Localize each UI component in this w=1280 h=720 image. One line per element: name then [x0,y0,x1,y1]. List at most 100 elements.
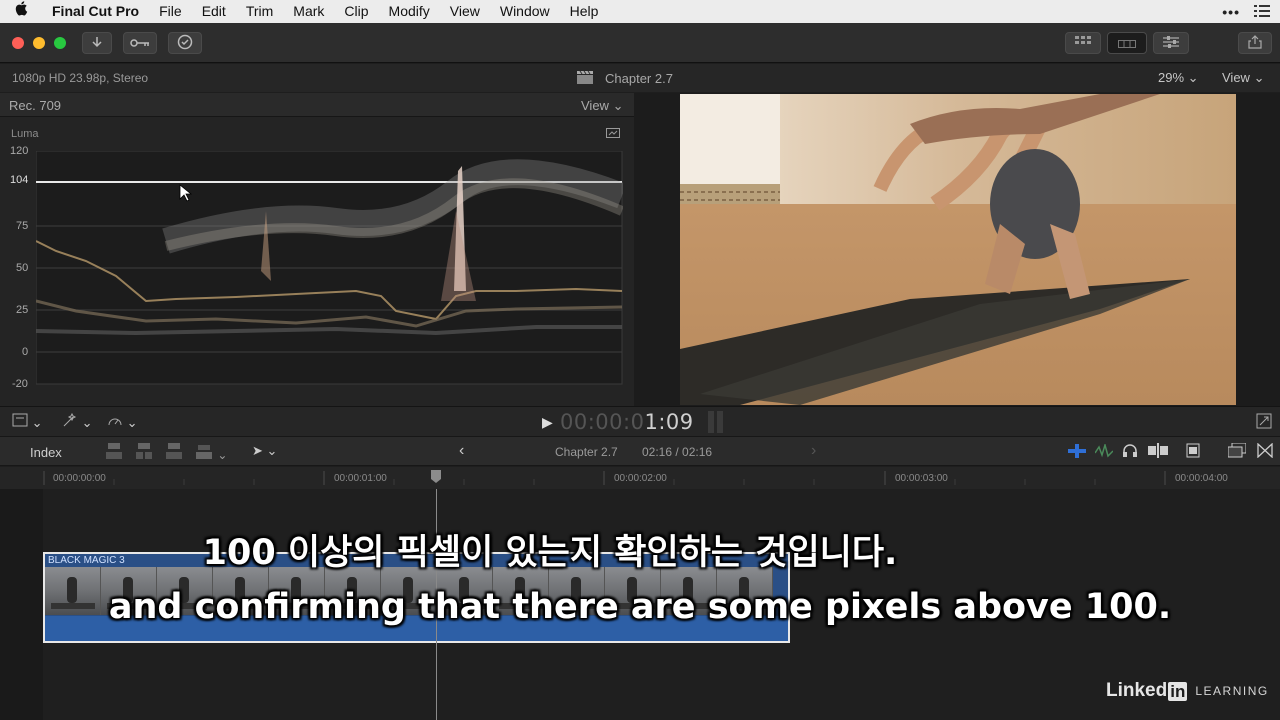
forward-arrow-icon[interactable]: › [811,442,816,460]
chevron-down-icon: ⌄ [266,443,278,458]
menu-help[interactable]: Help [560,0,609,23]
watermark-learning: LEARNING [1195,684,1269,698]
video-scope-panel: Rec. 709 View ⌄ Luma 120 104 75 50 25 0 … [0,93,634,406]
project-name: Chapter 2.7 [605,71,673,86]
background-tasks-button[interactable] [168,32,202,54]
clip-appearance-icon[interactable] [1186,443,1200,461]
watermark-brand: Linked [1106,680,1168,701]
more-icon[interactable]: ••• [1222,4,1240,20]
ruler-label: 00:00:03:00 [895,473,948,484]
overwrite-clip-button[interactable]: ⌄ [196,443,227,462]
sliders-icon [1163,35,1179,52]
menu-edit[interactable]: Edit [192,0,236,23]
timeline-ruler[interactable]: 00:00:00:00 00:00:01:00 00:00:02:00 00:0… [0,467,1280,489]
viewer-view-dropdown[interactable]: View ⌄ [1222,70,1264,86]
viewer-panel [634,93,1280,406]
playback-bar: ⌄ ⌄ ⌄ ▶ 00:00:01:09 [0,406,1280,436]
share-button[interactable] [1238,32,1272,54]
zoom-dropdown[interactable]: 29% ⌄ [1158,70,1199,86]
menu-trim[interactable]: Trim [236,0,283,23]
viewer-options-button[interactable]: ⌄ [12,413,43,431]
menu-window[interactable]: Window [490,0,560,23]
scale-label: 25 [16,304,29,316]
overwrite-icon [196,445,214,462]
audio-skimming-icon[interactable] [1094,442,1114,461]
retime-button[interactable]: ⌄ [107,413,138,431]
transitions-browser-icon[interactable] [1257,442,1273,461]
apple-menu-icon[interactable] [0,0,42,23]
scope-header: Rec. 709 View ⌄ [0,93,634,117]
scope-view-label: View [581,98,609,113]
scale-label: 104 [10,174,29,186]
timeline[interactable]: BLACK MAGIC 3 Linked in LEARNING [0,489,1280,720]
menu-modify[interactable]: Modify [379,0,440,23]
chevron-down-icon: ⌄ [217,448,228,462]
timecode-display[interactable]: 00:00:01:09 [560,410,694,434]
ruler-label: 00:00:01:00 [334,473,387,484]
browser-toggle-button[interactable] [1065,32,1101,54]
speedometer-icon [107,415,123,430]
timeline-header: Index ⌄ ➤ ⌄ ‹ Chapter 2.7 02:16 / 02:16 … [0,436,1280,466]
share-icon [1248,34,1262,52]
transform-tools-button[interactable]: ⌄ [62,412,93,431]
ruler-label: 00:00:02:00 [614,473,667,484]
inspector-toggle-button[interactable] [1153,32,1189,54]
back-arrow-icon[interactable]: ‹ [459,442,464,460]
chevron-down-icon: ⌄ [126,415,138,430]
menu-clip[interactable]: Clip [334,0,378,23]
timeline-duration: 02:16 / 02:16 [642,445,713,459]
fullscreen-icon[interactable] [1256,413,1272,434]
snapping-icon[interactable] [1148,443,1168,461]
timeline-icon [1118,36,1136,51]
chevron-down-icon: ⌄ [81,415,93,430]
append-clip-icon[interactable] [166,443,184,462]
effects-browser-icon[interactable] [1227,442,1247,461]
zoom-window-button[interactable] [54,37,66,49]
list-icon[interactable] [1254,4,1270,20]
keywords-button[interactable] [123,32,157,54]
minimize-window-button[interactable] [33,37,45,49]
menu-bar: Final Cut Pro File Edit Trim Mark Clip M… [0,0,1280,23]
insert-clip-icon[interactable] [136,443,154,462]
scope-settings-icon[interactable] [606,127,620,145]
scale-label: 120 [10,145,29,157]
timeline-toggle-button[interactable] [1107,32,1147,54]
chevron-down-icon: ⌄ [1253,70,1265,85]
timecode-dim: 00:00:0 [560,410,645,434]
ruler-label: 00:00:04:00 [1175,473,1228,484]
chevron-down-icon: ⌄ [1187,70,1199,85]
index-button[interactable]: Index [30,445,62,460]
menu-view[interactable]: View [440,0,490,23]
timecode-value: 1:09 [644,410,694,434]
video-clip[interactable]: BLACK MAGIC 3 [43,552,790,643]
menu-file[interactable]: File [149,0,192,23]
playhead-handle [431,470,441,483]
linkedin-learning-watermark: Linked in LEARNING [1106,680,1269,702]
viewer-frame[interactable] [680,94,1236,405]
grid-icon [1075,35,1091,51]
timeline-project-name: Chapter 2.7 [555,445,618,459]
menu-mark[interactable]: Mark [283,0,334,23]
playhead-line[interactable] [436,489,437,720]
luma-label: Luma [11,128,39,140]
zoom-value: 29% [1158,70,1185,85]
magic-wand-icon [62,412,78,430]
connect-clip-icon[interactable] [106,443,124,462]
headphones-icon[interactable] [1122,443,1138,461]
chevron-down-icon: ⌄ [612,98,624,113]
import-button[interactable] [82,32,112,54]
close-window-button[interactable] [12,37,24,49]
luma-waveform [36,151,623,385]
chevron-down-icon: ⌄ [31,415,43,430]
tool-select-button[interactable]: ➤ ⌄ [252,443,277,459]
key-icon [130,36,150,51]
video-skimming-icon[interactable] [1068,444,1086,461]
download-arrow-icon [91,36,103,51]
yoga-video-frame [680,94,1236,405]
scale-label: -20 [12,378,28,390]
app-menu[interactable]: Final Cut Pro [42,0,149,23]
viewer-view-label: View [1222,70,1250,85]
scope-view-dropdown[interactable]: View ⌄ [581,98,623,114]
play-button[interactable]: ▶ [542,414,553,431]
format-label: 1080p HD 23.98p, Stereo [12,71,149,85]
